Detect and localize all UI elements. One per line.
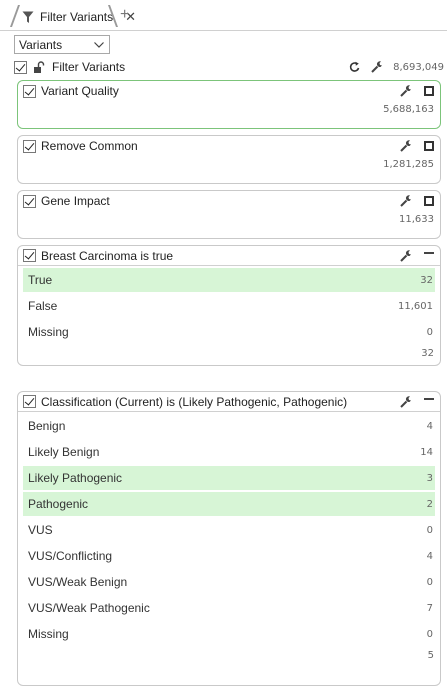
remove-common-count: 1,281,285 xyxy=(383,159,434,170)
option-row[interactable]: Missing 0 xyxy=(23,320,435,344)
option-row[interactable]: VUS 0 xyxy=(23,518,435,542)
expand-square-icon[interactable] xyxy=(424,141,434,151)
option-row[interactable]: Missing 0 xyxy=(23,622,435,646)
option-label: Benign xyxy=(28,419,66,433)
option-count: 4 xyxy=(426,550,433,562)
card-classification: Classification (Current) is (Likely Path… xyxy=(17,391,441,686)
collapse-minus-icon[interactable] xyxy=(424,397,434,400)
wrench-icon[interactable] xyxy=(371,61,383,73)
gene-impact-count: 11,633 xyxy=(399,214,434,225)
tab-divider-left xyxy=(9,5,21,27)
option-row[interactable]: VUS/Weak Pathogenic 7 xyxy=(23,596,435,620)
breast-carcinoma-title: Breast Carcinoma is true xyxy=(41,248,174,263)
card-remove-common: Remove Common 1,281,285 xyxy=(17,135,441,184)
variant-quality-checkbox[interactable] xyxy=(23,84,36,98)
root-filter-row: Filter Variants 8,693,049 xyxy=(14,58,444,76)
remove-common-title: Remove Common xyxy=(41,139,138,153)
option-row[interactable]: False 11,601 xyxy=(23,294,435,318)
option-label: VUS/Weak Pathogenic xyxy=(28,601,150,615)
option-label: Pathogenic xyxy=(28,497,89,511)
option-count: 14 xyxy=(420,446,433,458)
tab-underline xyxy=(0,30,447,31)
option-label: VUS xyxy=(28,523,53,537)
card-breast-carcinoma: Breast Carcinoma is true True 32 False 11,6… xyxy=(17,245,441,366)
option-row[interactable]: VUS/Conflicting 4 xyxy=(23,544,435,568)
source-select[interactable]: Variants xyxy=(14,35,110,54)
option-label: Missing xyxy=(28,627,69,641)
card-variant-quality: Variant Quality 5,688,163 xyxy=(17,80,441,129)
breast-carcinoma-checkbox[interactable] xyxy=(23,249,36,262)
funnel-icon xyxy=(22,11,34,24)
expand-square-icon[interactable] xyxy=(424,86,434,96)
collapse-minus-icon[interactable] xyxy=(424,251,434,254)
option-label: True xyxy=(28,273,53,287)
root-filter-label: Filter Variants xyxy=(52,60,126,74)
wrench-icon[interactable] xyxy=(400,85,412,97)
classification-title: Classification (Current) is (Likely Path… xyxy=(41,394,348,409)
tab-filter-variants[interactable]: Filter Variants ✕ xyxy=(22,6,136,28)
tab-title: Filter Variants xyxy=(40,10,114,24)
chevron-down-icon xyxy=(94,41,104,48)
option-label: Likely Pathogenic xyxy=(28,471,123,485)
option-row[interactable]: Likely Benign 14 xyxy=(23,440,435,464)
option-row[interactable]: VUS/Weak Benign 0 xyxy=(23,570,435,594)
gene-impact-title: Gene Impact xyxy=(41,194,110,208)
option-row[interactable]: Pathogenic 2 xyxy=(23,492,435,516)
variant-quality-title: Variant Quality xyxy=(41,84,119,98)
option-count: 11,601 xyxy=(398,300,433,312)
option-label: VUS/Conflicting xyxy=(28,549,113,563)
wrench-icon[interactable] xyxy=(400,195,412,207)
breast-carcinoma-total: 32 xyxy=(421,348,434,359)
option-row[interactable]: True 32 xyxy=(23,268,435,292)
root-count: 8,693,049 xyxy=(393,61,444,73)
tab-strip: Filter Variants ✕ + xyxy=(0,0,447,30)
option-count: 0 xyxy=(426,524,433,536)
card-gene-impact: Gene Impact 11,633 xyxy=(17,190,441,239)
option-label: False xyxy=(28,299,58,313)
wrench-icon[interactable] xyxy=(400,395,412,408)
add-tab-icon[interactable]: + xyxy=(120,6,129,24)
option-count: 4 xyxy=(426,420,433,432)
option-count: 32 xyxy=(420,274,433,286)
variant-quality-count: 5,688,163 xyxy=(383,104,434,115)
option-count: 7 xyxy=(426,602,433,614)
wrench-icon[interactable] xyxy=(400,249,412,262)
root-filter-checkbox[interactable] xyxy=(14,60,27,74)
refresh-icon[interactable] xyxy=(349,61,361,73)
option-row[interactable]: Likely Pathogenic 3 xyxy=(23,466,435,490)
gene-impact-checkbox[interactable] xyxy=(23,194,36,208)
option-label: Missing xyxy=(28,325,69,339)
option-count: 0 xyxy=(426,576,433,588)
option-count: 0 xyxy=(426,326,433,338)
classification-total: 5 xyxy=(427,650,434,661)
expand-square-icon[interactable] xyxy=(424,196,434,206)
classification-checkbox[interactable] xyxy=(23,395,36,408)
source-select-value: Variants xyxy=(19,37,63,52)
option-count: 2 xyxy=(426,498,433,510)
classification-options: Benign 4 Likely Benign 14 Likely Pathogenic 3… xyxy=(18,414,440,646)
option-label: Likely Benign xyxy=(28,445,100,459)
option-row[interactable]: Benign 4 xyxy=(23,414,435,438)
wrench-icon[interactable] xyxy=(400,140,412,152)
breast-carcinoma-options: True 32 False 11,601 Missing 0 xyxy=(18,268,440,344)
option-count: 0 xyxy=(426,628,433,640)
option-label: VUS/Weak Benign xyxy=(28,575,128,589)
remove-common-checkbox[interactable] xyxy=(23,139,36,153)
option-count: 3 xyxy=(426,472,433,484)
unlock-icon[interactable] xyxy=(33,61,45,73)
